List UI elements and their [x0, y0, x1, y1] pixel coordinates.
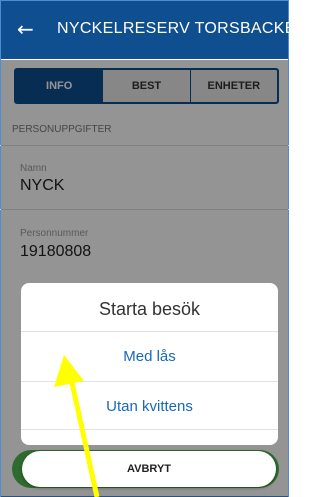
option-med-las[interactable]: Med lås — [21, 348, 278, 365]
app-bar: ← NYCKELRESERV TORSBACKE — [1, 1, 295, 59]
dialog-divider — [21, 429, 278, 430]
app-title: NYCKELRESERV TORSBACKE — [57, 20, 296, 37]
start-visit-dialog: Starta besök Med lås Utan kvittens — [21, 283, 278, 445]
cancel-button[interactable]: AVBRYT — [22, 451, 276, 487]
option-utan-kvittens[interactable]: Utan kvittens — [21, 398, 278, 415]
dialog-divider — [21, 381, 278, 382]
back-arrow-icon[interactable]: ← — [17, 19, 34, 39]
dialog-divider — [21, 331, 278, 332]
dialog-title: Starta besök — [98, 299, 201, 319]
